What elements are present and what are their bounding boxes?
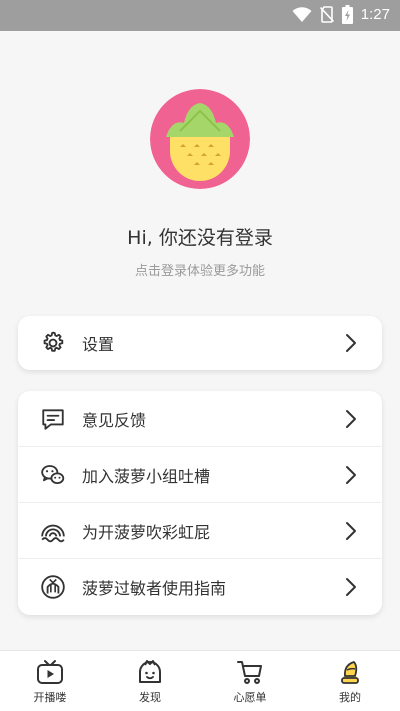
chevron-right-icon (346, 578, 356, 596)
settings-label: 设置 (82, 335, 115, 354)
menu-card: 意见反馈 加入菠萝小组吐槽 为开菠萝吹彩虹屁 菠萝过敏者使用指南 (18, 391, 382, 615)
discover-icon (135, 658, 165, 686)
tab-label: 我的 (339, 691, 361, 704)
guide-icon (40, 574, 66, 600)
login-subtitle[interactable]: 点击登录体验更多功能 (0, 260, 400, 279)
menu-item-label: 菠萝过敏者使用指南 (82, 579, 227, 598)
menu-item-label: 意见反馈 (82, 410, 147, 430)
status-icons: 1:27 (292, 5, 390, 24)
tab-label: 发现 (139, 691, 161, 704)
tab-mine[interactable]: 我的 (300, 651, 400, 711)
menu-item-feedback[interactable]: 意见反馈 (18, 391, 382, 447)
feedback-icon (40, 406, 66, 432)
wifi-icon (292, 6, 312, 22)
no-sim-icon (319, 6, 334, 23)
tab-live[interactable]: 开播喽 (0, 651, 100, 711)
menu-item-label: 为开菠萝吹彩虹屁 (82, 522, 211, 542)
chevron-right-icon (346, 409, 356, 428)
chevron-right-icon (346, 465, 356, 484)
chevron-right-icon (346, 521, 356, 540)
tab-label: 心愿单 (233, 691, 267, 704)
tab-wishlist[interactable]: 心愿单 (200, 651, 300, 711)
tab-discover[interactable]: 发现 (100, 651, 200, 711)
cart-icon (235, 658, 265, 686)
pineapple-avatar-icon[interactable] (150, 89, 250, 189)
menu-item-join-group[interactable]: 加入菠萝小组吐槽 (18, 447, 382, 503)
chevron-right-icon (346, 334, 356, 352)
settings-card: 设置 (18, 316, 382, 370)
gear-icon (40, 330, 66, 356)
tv-icon (35, 658, 65, 686)
status-time: 1:27 (360, 6, 390, 23)
menu-item-label: 加入菠萝小组吐槽 (82, 466, 211, 486)
profile-page: Hi, 你还没有登录 点击登录体验更多功能 设置 意见反馈 加入菠萝小组吐槽 为… (0, 31, 400, 650)
bottom-tab-bar: 开播喽 发现 心愿单 我的 (0, 650, 400, 711)
battery-charging-icon (341, 5, 353, 24)
rainbow-icon (40, 518, 66, 544)
menu-item-rainbow[interactable]: 为开菠萝吹彩虹屁 (18, 503, 382, 559)
tab-label: 开播喽 (33, 691, 67, 704)
menu-item-allergy-guide[interactable]: 菠萝过敏者使用指南 (18, 559, 382, 615)
settings-row[interactable]: 设置 (18, 316, 382, 370)
wechat-icon (40, 462, 66, 488)
status-bar: 1:27 (0, 0, 400, 31)
login-greeting[interactable]: Hi, 你还没有登录 (0, 223, 400, 250)
profile-icon (335, 658, 365, 686)
